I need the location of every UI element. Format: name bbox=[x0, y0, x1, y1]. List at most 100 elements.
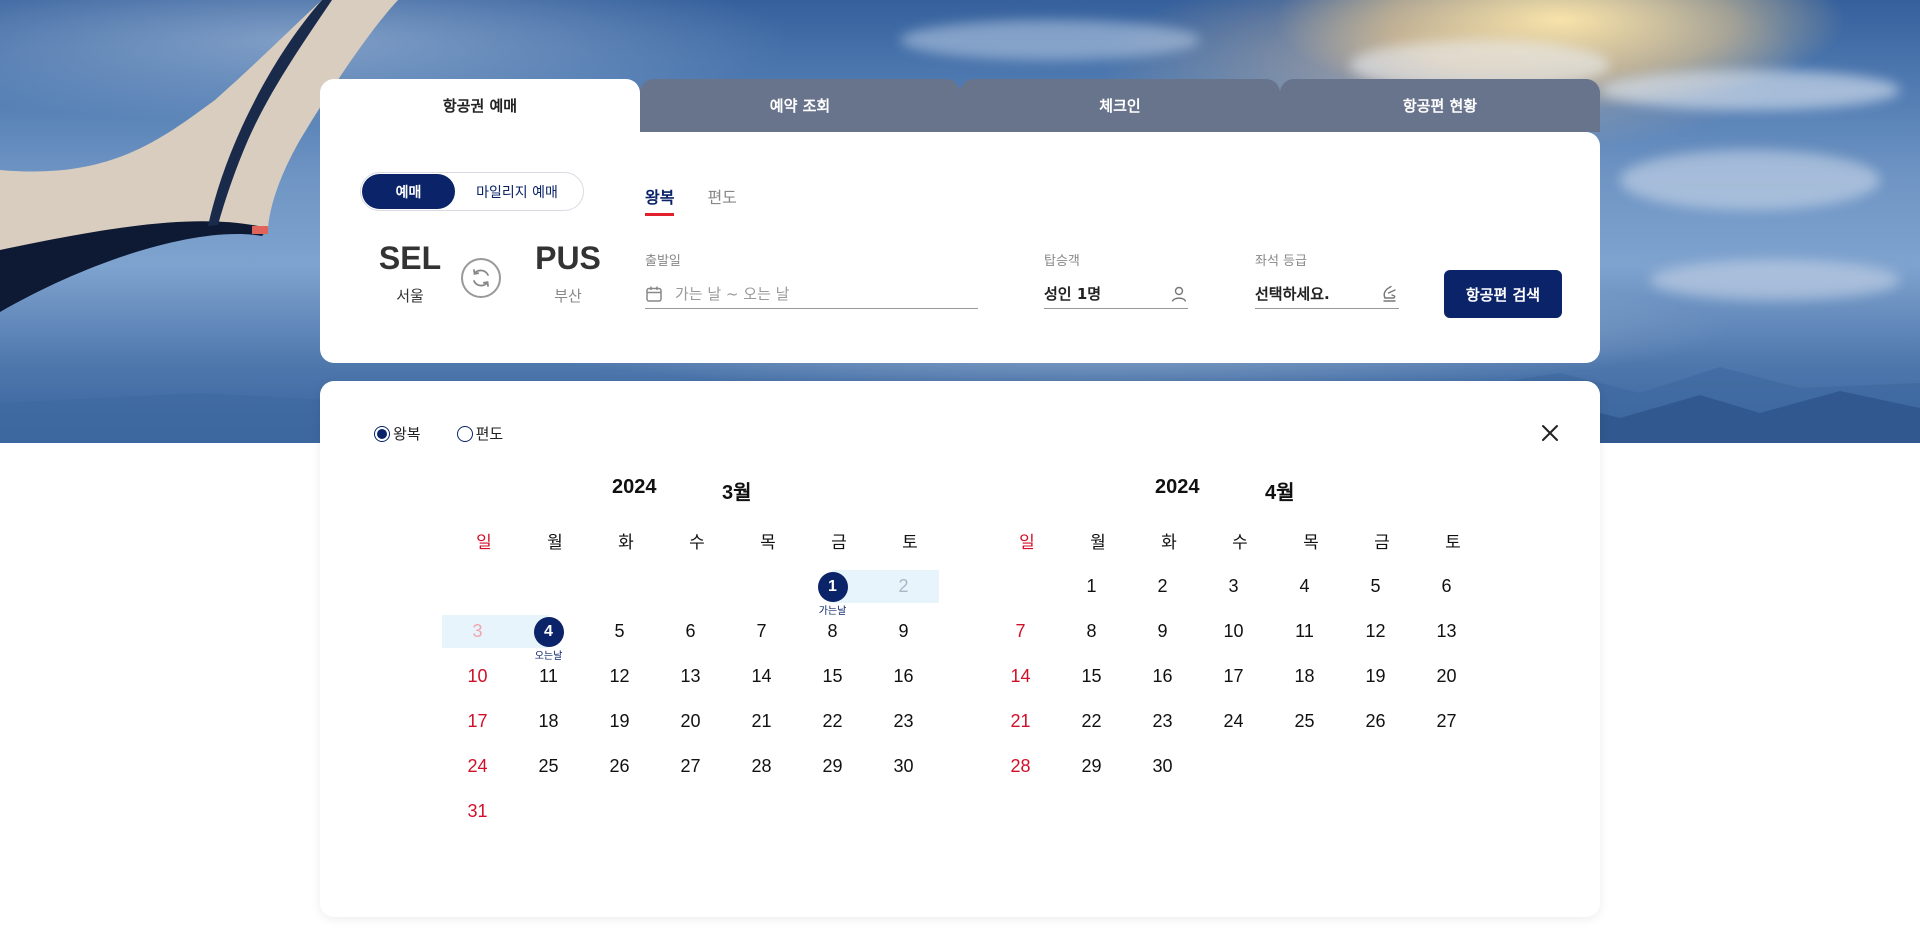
weekday-label: 토 bbox=[902, 533, 918, 553]
day-cell[interactable]: 18 bbox=[513, 705, 584, 738]
day-cell[interactable]: 30 bbox=[1127, 750, 1198, 783]
departure-city[interactable]: SEL 서울 bbox=[360, 240, 460, 306]
day-cell[interactable]: 26 bbox=[1340, 705, 1411, 738]
day-cell[interactable]: 30 bbox=[868, 750, 939, 783]
day-cell[interactable]: 17 bbox=[1198, 660, 1269, 693]
weekday-label: 일 bbox=[476, 533, 492, 553]
day-cell[interactable]: 13 bbox=[1411, 615, 1482, 648]
day-cell[interactable]: 5 bbox=[1340, 570, 1411, 603]
day-cell[interactable]: 21 bbox=[985, 705, 1056, 738]
seat-icon bbox=[1383, 285, 1396, 302]
day-cell[interactable]: 22 bbox=[797, 705, 868, 738]
day-cell[interactable]: 11 bbox=[1269, 615, 1340, 648]
day-cell[interactable]: 5 bbox=[584, 615, 655, 648]
day-cell[interactable]: 16 bbox=[1127, 660, 1198, 693]
date-placeholder: 가는 날 ~ 오는 날 bbox=[675, 285, 790, 303]
day-cell[interactable]: 13 bbox=[655, 660, 726, 693]
trip-tab-roundtrip[interactable]: 왕복 bbox=[645, 184, 675, 216]
day-cell[interactable]: 21 bbox=[726, 705, 797, 738]
booking-type-regular[interactable]: 예매 bbox=[362, 174, 455, 209]
day-cell[interactable]: 6 bbox=[655, 615, 726, 648]
day-cell[interactable]: 2 bbox=[1127, 570, 1198, 603]
seat-class-input[interactable]: 선택하세요. bbox=[1255, 279, 1399, 309]
booking-type-mileage[interactable]: 마일리지 예매 bbox=[457, 174, 577, 209]
day-cell[interactable]: 27 bbox=[1411, 705, 1482, 738]
passenger-input[interactable]: 성인 1명 bbox=[1044, 279, 1188, 309]
day-grid: 1 2 3 4 5 6 7 8 9 10 11 12 13 14 15 16 17 18 19 20 21 22 23 24 2… bbox=[985, 570, 1485, 860]
radio-oneway[interactable]: 편도 bbox=[456, 423, 504, 444]
day-cell[interactable]: 2 bbox=[868, 570, 939, 603]
day-cell[interactable]: 8 bbox=[1056, 615, 1127, 648]
radio-oneway-label: 편도 bbox=[475, 425, 504, 443]
day-cell[interactable]: 3 bbox=[442, 615, 513, 648]
day-cell[interactable]: 12 bbox=[1340, 615, 1411, 648]
tab-flight-booking[interactable]: 항공권 예매 bbox=[320, 79, 640, 132]
day-cell[interactable]: 20 bbox=[1411, 660, 1482, 693]
selected-day-marker: 4 bbox=[533, 616, 564, 647]
day-cell[interactable]: 6 bbox=[1411, 570, 1482, 603]
day-cell[interactable]: 14 bbox=[985, 660, 1056, 693]
selected-day-marker: 1 bbox=[817, 571, 848, 602]
day-cell[interactable]: 29 bbox=[797, 750, 868, 783]
day-cell[interactable]: 27 bbox=[655, 750, 726, 783]
flight-search-button[interactable]: 항공편 검색 bbox=[1444, 270, 1562, 318]
day-cell[interactable]: 3 bbox=[1198, 570, 1269, 603]
close-icon[interactable] bbox=[1540, 423, 1560, 443]
day-cell[interactable]: 15 bbox=[1056, 660, 1127, 693]
day-cell[interactable]: 29 bbox=[1056, 750, 1127, 783]
radio-roundtrip[interactable]: 왕복 bbox=[374, 423, 421, 444]
day-cell[interactable]: 14 bbox=[726, 660, 797, 693]
main-tabs: 항공권 예매 예약 조회 체크인 항공편 현황 bbox=[320, 79, 1600, 132]
tab-reservation-lookup[interactable]: 예약 조회 bbox=[640, 79, 960, 132]
day-cell[interactable]: 17 bbox=[442, 705, 513, 738]
day-cell[interactable]: 10 bbox=[442, 660, 513, 693]
weekday-label: 금 bbox=[1374, 533, 1390, 553]
radio-button-checked[interactable] bbox=[374, 425, 390, 442]
day-cell[interactable]: 19 bbox=[1340, 660, 1411, 693]
day-cell[interactable]: 24 bbox=[1198, 705, 1269, 738]
day-cell[interactable]: 25 bbox=[1269, 705, 1340, 738]
day-cell[interactable]: 28 bbox=[726, 750, 797, 783]
day-cell[interactable]: 9 bbox=[868, 615, 939, 648]
day-cell[interactable]: 31 bbox=[442, 795, 513, 828]
day-cell[interactable]: 16 bbox=[868, 660, 939, 693]
day-cell[interactable]: 1 bbox=[1056, 570, 1127, 603]
month-year: 2024 bbox=[612, 476, 657, 498]
day-cell[interactable]: 7 bbox=[726, 615, 797, 648]
day-cell[interactable]: 26 bbox=[584, 750, 655, 783]
weekday-header: 일월화수목금토 bbox=[985, 528, 1485, 553]
trip-tab-oneway[interactable]: 편도 bbox=[707, 184, 736, 216]
day-cell[interactable]: 23 bbox=[1127, 705, 1198, 738]
day-cell[interactable]: 15 bbox=[797, 660, 868, 693]
tab-flight-status[interactable]: 항공편 현황 bbox=[1280, 79, 1600, 132]
day-cell[interactable]: 7 bbox=[985, 615, 1056, 648]
day-cell[interactable]: 25 bbox=[513, 750, 584, 783]
day-cell[interactable]: 8 bbox=[797, 615, 868, 648]
weekday-header: 일월화수목금토 bbox=[442, 528, 942, 553]
day-cell[interactable]: 23 bbox=[868, 705, 939, 738]
weekday-label: 토 bbox=[1445, 533, 1461, 553]
day-cell[interactable]: 10 bbox=[1198, 615, 1269, 648]
day-cell[interactable]: 20 bbox=[655, 705, 726, 738]
date-input[interactable]: 가는 날 ~ 오는 날 bbox=[645, 279, 978, 309]
calendar-icon bbox=[646, 286, 662, 302]
day-cell[interactable]: 11 bbox=[513, 660, 584, 693]
day-cell[interactable]: 24 bbox=[442, 750, 513, 783]
radio-button-unchecked[interactable] bbox=[456, 425, 473, 442]
day-cell[interactable]: 28 bbox=[985, 750, 1056, 783]
day-cell-return[interactable]: 4 오는날 bbox=[513, 615, 584, 662]
day-cell[interactable]: 4 bbox=[1269, 570, 1340, 603]
day-cell[interactable]: 18 bbox=[1269, 660, 1340, 693]
day-cell[interactable]: 19 bbox=[584, 705, 655, 738]
swap-icon[interactable] bbox=[461, 258, 501, 298]
day-cell[interactable]: 22 bbox=[1056, 705, 1127, 738]
departure-name: 서울 bbox=[396, 287, 424, 305]
day-cell-depart[interactable]: 1 가는날 bbox=[797, 570, 868, 617]
day-cell[interactable]: 9 bbox=[1127, 615, 1198, 648]
day-cell[interactable]: 12 bbox=[584, 660, 655, 693]
arrival-code: PUS bbox=[535, 240, 601, 276]
weekday-label: 월 bbox=[1090, 533, 1106, 553]
booking-type-toggle: 예매 마일리지 예매 bbox=[360, 172, 584, 211]
tab-check-in[interactable]: 체크인 bbox=[960, 79, 1280, 132]
arrival-city[interactable]: PUS 부산 bbox=[518, 240, 618, 306]
